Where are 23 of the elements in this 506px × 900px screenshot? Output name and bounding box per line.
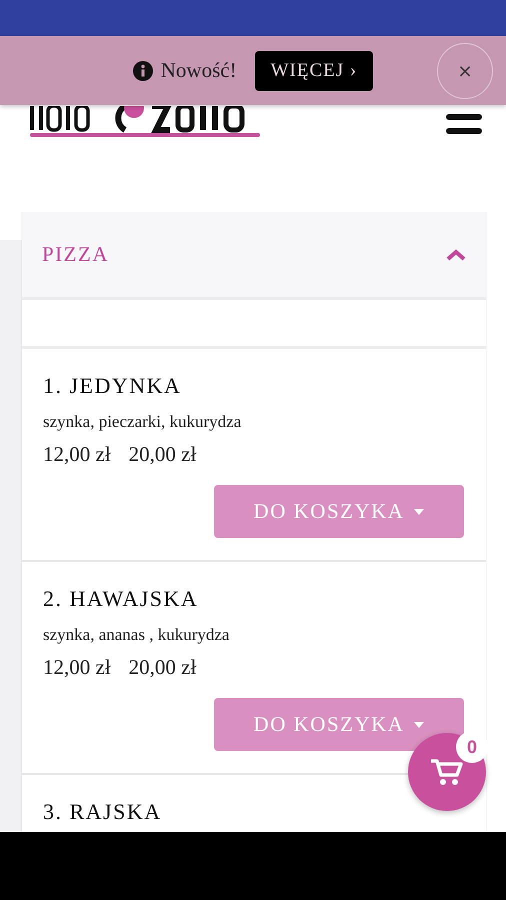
add-to-cart-button[interactable]: DO KOSZYKA: [214, 698, 464, 751]
item-ingredients: szynka, ananas , kukurydza: [43, 625, 230, 645]
cart-count-badge: 0: [456, 731, 488, 763]
more-button[interactable]: WIĘCEJ ›: [254, 50, 374, 90]
item-name: 3. RAJSKA: [43, 799, 162, 825]
item-price: 20,00 zł: [128, 655, 196, 680]
cart-button[interactable]: 0: [408, 733, 486, 811]
add-to-cart-button[interactable]: DO KOSZYKA: [214, 485, 464, 538]
category-header[interactable]: PIZZA: [22, 212, 486, 300]
item-name: 2. HAWAJSKA: [43, 586, 198, 612]
item-price: 20,00 zł: [128, 442, 196, 467]
item-ingredients: szynka, pieczarki, kukurydza: [43, 412, 242, 432]
item-price: 12,00 zł: [43, 442, 111, 467]
caret-icon: [414, 508, 424, 514]
menu-icon[interactable]: [446, 114, 482, 134]
info-icon: [132, 60, 153, 80]
chevron-icon: [446, 248, 466, 260]
item-price: 12,00 zł: [43, 655, 111, 680]
close-button[interactable]: ×: [437, 43, 493, 99]
notice-text: Nowość!: [160, 58, 237, 83]
item-name: 1. JEDYNKA: [43, 373, 182, 399]
cart-icon: [431, 758, 463, 786]
caret-icon: [414, 722, 424, 728]
